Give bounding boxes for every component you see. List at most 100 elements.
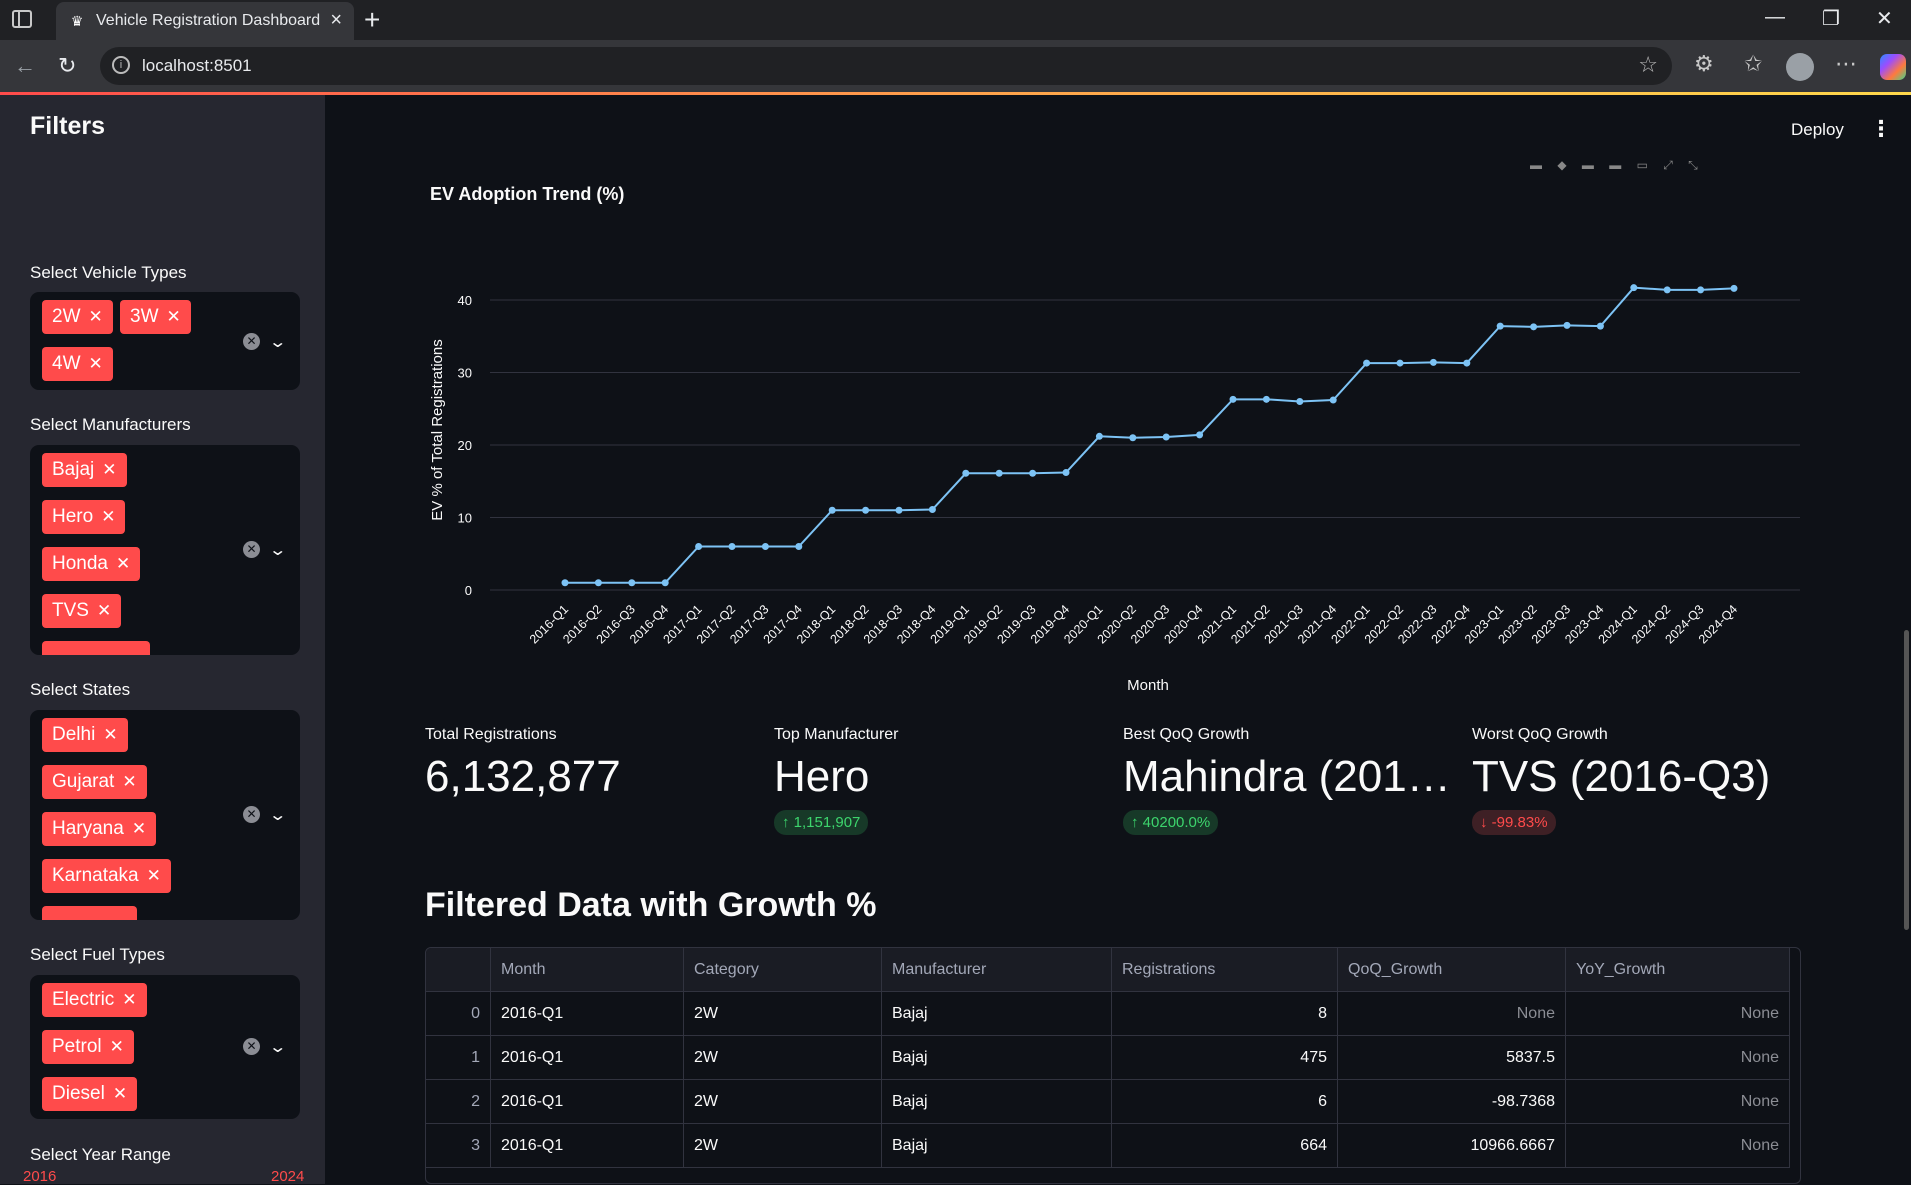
- chip-2w[interactable]: 2W ✕: [42, 300, 113, 334]
- data-point: [1296, 398, 1304, 405]
- table-row[interactable]: 3 2016-Q1 2W Bajaj 664 10966.6667 None: [426, 1124, 1790, 1168]
- chip-remove-icon: ✕: [103, 725, 118, 744]
- metric-label: Top Manufacturer: [774, 726, 899, 743]
- y-tick-label: 0: [465, 583, 472, 598]
- column-header[interactable]: QoQ_Growth: [1338, 948, 1566, 992]
- clear-all-icon[interactable]: ✕: [243, 333, 260, 350]
- tab-title: Vehicle Registration Dashboard: [96, 12, 321, 29]
- site-info-icon[interactable]: i: [112, 56, 130, 74]
- chip-haryana[interactable]: Haryana ✕: [42, 812, 157, 846]
- table-cell: 2W: [684, 1036, 882, 1080]
- section-title: Filtered Data with Growth %: [425, 886, 877, 924]
- table-cell: 0: [426, 992, 491, 1036]
- clear-all-icon[interactable]: ✕: [243, 1038, 260, 1055]
- data-table[interactable]: Month Category Manufacturer Registrations Qo…: [425, 947, 1801, 1184]
- chevron-down-icon[interactable]: ⌄: [268, 540, 287, 560]
- data-point: [1129, 434, 1137, 442]
- reload-icon[interactable]: ↻: [58, 53, 76, 79]
- table-cell: -98.7368: [1338, 1080, 1566, 1124]
- ev-adoption-chart[interactable]: 0102030402016-Q12016-Q22016-Q32016-Q4201…: [420, 270, 1820, 710]
- data-point: [1229, 395, 1237, 403]
- favorite-star-icon[interactable]: ☆: [1638, 52, 1658, 78]
- url-field[interactable]: i localhost:8501 ☆: [100, 47, 1672, 85]
- table-header-row[interactable]: Month Category Manufacturer Registrations Qo…: [426, 948, 1790, 992]
- table-row[interactable]: 1 2016-Q1 2W Bajaj 475 5837.5 None: [426, 1036, 1790, 1080]
- chip-delhi[interactable]: Delhi ✕: [42, 718, 128, 752]
- states-multiselect[interactable]: Delhi ✕ Gujarat ✕ Haryana ✕ Karnataka ✕ ✕ ⌄: [30, 710, 300, 920]
- y-tick-label: 40: [458, 293, 472, 308]
- chart-modebar[interactable]: ▬ ◆ ▬ ▬ ▭ ⤢ ⤡: [1530, 158, 1800, 172]
- chevron-down-icon[interactable]: ⌄: [268, 332, 287, 352]
- y-tick-label: 20: [458, 438, 472, 453]
- chip-electric[interactable]: Electric ✕: [42, 983, 147, 1017]
- table-cell: 664: [1112, 1124, 1338, 1168]
- chip-hero[interactable]: Hero ✕: [42, 500, 126, 534]
- metric-delta-badge: ↑ 1,151,907: [774, 810, 869, 835]
- table-cell: 2W: [684, 1080, 882, 1124]
- chip-karnataka[interactable]: Karnataka ✕: [42, 859, 171, 893]
- column-header[interactable]: [426, 948, 491, 992]
- browser-tab[interactable]: ♛ Vehicle Registration Dashboard ×: [56, 2, 354, 40]
- chip-3w[interactable]: 3W ✕: [120, 300, 191, 334]
- data-point: [1530, 323, 1538, 331]
- table-row[interactable]: 0 2016-Q1 2W Bajaj 8 None None: [426, 992, 1790, 1036]
- data-point: [561, 579, 569, 587]
- table-cell: 10966.6667: [1338, 1124, 1566, 1168]
- restore-icon[interactable]: ❐: [1822, 6, 1840, 31]
- url-text: localhost:8501: [142, 56, 252, 75]
- streamlit-favicon-icon: ♛: [70, 13, 84, 29]
- clear-all-icon[interactable]: ✕: [243, 806, 260, 823]
- sidebar-toggle-icon[interactable]: [12, 10, 32, 28]
- copilot-icon[interactable]: [1880, 54, 1906, 80]
- chip-tvs[interactable]: TVS ✕: [42, 594, 122, 628]
- chip-honda[interactable]: Honda ✕: [42, 547, 141, 581]
- column-header[interactable]: Manufacturer: [882, 948, 1112, 992]
- clear-all-icon[interactable]: ✕: [243, 541, 260, 558]
- year-range-max[interactable]: 2024: [271, 1168, 304, 1185]
- metric-total-registrations: Total Registrations 6,132,877: [425, 726, 755, 802]
- chip-4w[interactable]: 4W ✕: [42, 347, 113, 381]
- vehicle-types-multiselect[interactable]: 2W ✕ 3W ✕ 4W ✕ ✕ ⌄: [30, 292, 300, 390]
- table-cell: Bajaj: [882, 1036, 1112, 1080]
- new-tab-icon[interactable]: +: [364, 4, 380, 36]
- metric-value: TVS (2016-Q3): [1472, 752, 1771, 801]
- chip-remove-icon: ✕: [116, 554, 131, 573]
- deploy-button[interactable]: Deploy: [1791, 120, 1844, 140]
- arrow-down-icon: ↓: [1480, 814, 1488, 831]
- data-point: [661, 579, 669, 587]
- minimize-icon[interactable]: —: [1765, 6, 1785, 29]
- data-point: [828, 506, 836, 514]
- table-row[interactable]: 2 2016-Q1 2W Bajaj 6 -98.7368 None: [426, 1080, 1790, 1124]
- column-header[interactable]: Registrations: [1112, 948, 1338, 992]
- close-window-icon[interactable]: ✕: [1876, 6, 1893, 31]
- chip-bajaj[interactable]: Bajaj ✕: [42, 453, 127, 487]
- tab-close-icon[interactable]: ×: [330, 9, 342, 32]
- arrow-up-icon: ↑: [782, 814, 790, 831]
- main-menu-icon[interactable]: ⋮: [1870, 116, 1892, 142]
- metric-label: Best QoQ Growth: [1123, 726, 1250, 743]
- column-header[interactable]: YoY_Growth: [1566, 948, 1790, 992]
- more-menu-icon[interactable]: ⋯: [1835, 51, 1857, 77]
- chip-gujarat[interactable]: Gujarat ✕: [42, 765, 147, 799]
- fuel-types-multiselect[interactable]: Electric ✕ Petrol ✕ Diesel ✕ ✕ ⌄: [30, 975, 300, 1119]
- table-cell: 2016-Q1: [491, 1036, 684, 1080]
- column-header[interactable]: Category: [684, 948, 882, 992]
- year-range-min[interactable]: 2016: [23, 1168, 56, 1185]
- page-scrollbar[interactable]: [1904, 630, 1909, 930]
- chip-remove-icon: ✕: [122, 990, 137, 1009]
- chip-partially-hidden[interactable]: [42, 641, 150, 655]
- chip-diesel[interactable]: Diesel ✕: [42, 1077, 138, 1111]
- manufacturers-multiselect[interactable]: Bajaj ✕ Hero ✕ Honda ✕ TVS ✕ ✕ ⌄: [30, 445, 300, 655]
- extensions-icon[interactable]: ⚙: [1694, 51, 1714, 77]
- data-point: [1463, 359, 1471, 367]
- chip-petrol[interactable]: Petrol ✕: [42, 1030, 134, 1064]
- chip-partially-hidden[interactable]: [42, 906, 137, 920]
- favorites-icon[interactable]: ✩: [1744, 51, 1762, 77]
- back-icon[interactable]: ←: [14, 53, 36, 79]
- data-point: [1196, 431, 1204, 439]
- column-header[interactable]: Month: [491, 948, 684, 992]
- data-point: [1596, 322, 1604, 330]
- chevron-down-icon[interactable]: ⌄: [268, 805, 287, 825]
- profile-avatar[interactable]: [1786, 53, 1814, 81]
- chevron-down-icon[interactable]: ⌄: [268, 1037, 287, 1057]
